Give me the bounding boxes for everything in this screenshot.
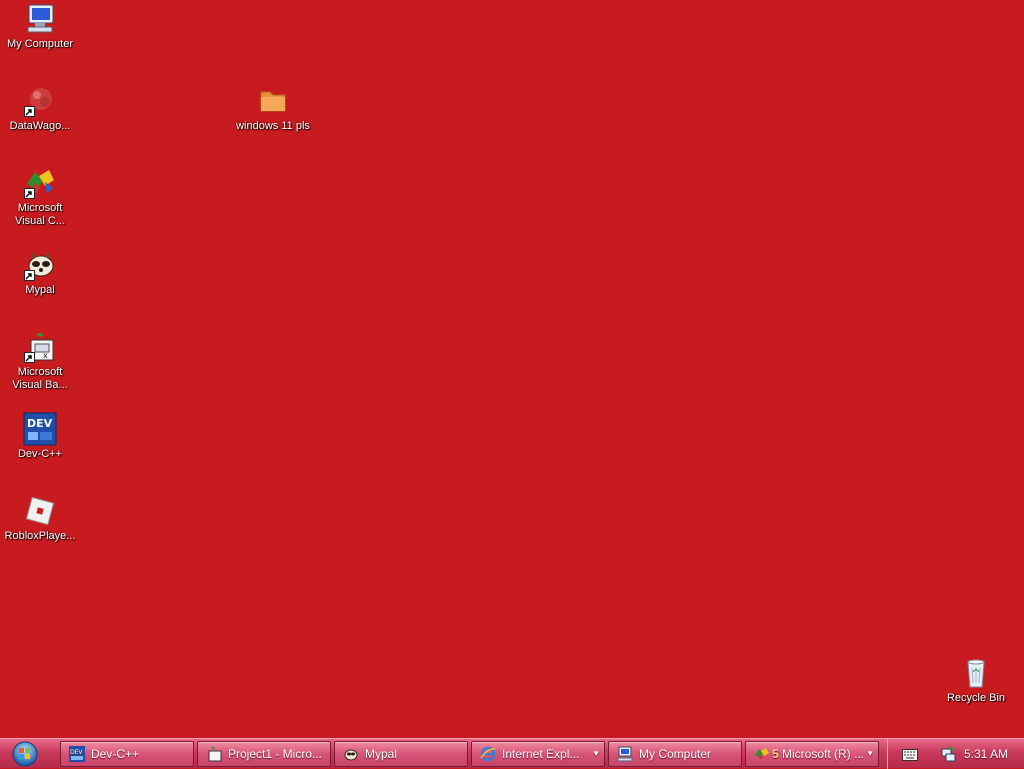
network-icon[interactable] — [940, 746, 956, 767]
visual-basic-icon: x — [23, 330, 57, 364]
svg-text:DEV: DEV — [27, 417, 53, 430]
computer-icon — [23, 2, 57, 36]
taskbar-button-label: My Computer — [639, 747, 712, 761]
desktop-icon-my-computer[interactable]: My Computer — [0, 2, 80, 51]
visual-cpp-icon — [23, 166, 57, 200]
desktop-icon-label: Dev-C++ — [17, 448, 63, 460]
shortcut-arrow-icon — [24, 106, 35, 117]
taskbar-button-label: Microsoft (R) ... — [782, 747, 865, 761]
system-tray: 5:31 AM — [887, 739, 1024, 769]
desktop-icon-visual-c[interactable]: Microsoft Visual C... — [0, 166, 80, 228]
desktop-icon-roblox[interactable]: RobloxPlaye... — [0, 494, 80, 543]
desktop-icon-label: Microsoft Visual C... — [15, 202, 65, 227]
taskbar-button-mypal[interactable]: Mypal — [334, 741, 468, 767]
taskbar-button-internet-explorer[interactable]: Internet Expl... ▼ — [471, 741, 605, 767]
dev-cpp-icon: DEV — [69, 746, 85, 762]
desktop-icon-label: My Computer — [6, 38, 74, 50]
taskbar-button-label: Internet Expl... — [502, 747, 580, 761]
shortcut-arrow-icon — [24, 188, 35, 199]
roblox-icon — [23, 494, 57, 528]
taskbar-button-label: Mypal — [365, 747, 398, 761]
desktop-icon-label: DataWago... — [9, 120, 71, 132]
recycle-bin-icon — [959, 656, 993, 690]
shortcut-arrow-icon — [24, 352, 35, 363]
start-button[interactable] — [8, 741, 42, 767]
taskbar-button-label: Dev-C++ — [91, 747, 140, 761]
desktop-folder-windows-11[interactable]: windows 11 pls — [233, 84, 313, 133]
chevron-down-icon[interactable]: ▼ — [592, 742, 600, 766]
taskbar-button-my-computer[interactable]: My Computer — [608, 741, 742, 767]
internet-explorer-icon — [480, 746, 496, 762]
desktop-icon-recycle-bin[interactable]: Recycle Bin — [936, 656, 1016, 705]
desktop-icon-label: Microsoft Visual Ba... — [12, 366, 68, 391]
group-count-badge: 5 — [772, 747, 779, 761]
clock[interactable]: 5:31 AM — [964, 739, 1008, 769]
mypal-raccoon-icon — [23, 248, 57, 282]
desktop-icon-label: RobloxPlaye... — [4, 530, 76, 542]
desktop-icon-label: Mypal — [25, 284, 55, 296]
windows-logo-icon — [12, 741, 38, 767]
dev-cpp-icon: DEV — [23, 412, 57, 446]
desktop-icon-label: windows 11 pls — [236, 120, 310, 132]
desktop-icon-label: Recycle Bin — [946, 692, 1006, 704]
taskbar-button-microsoft-group[interactable]: 5 Microsoft (R) ... ▼ — [745, 741, 879, 767]
visual-cpp-icon — [754, 746, 770, 762]
computer-icon — [617, 746, 633, 762]
svg-text:x: x — [43, 351, 48, 360]
taskbar-button-dev-cpp[interactable]: DEV Dev-C++ — [60, 741, 194, 767]
visual-basic-icon — [206, 746, 222, 762]
desktop-icon-datawagon[interactable]: DataWago... — [0, 84, 80, 133]
datawagon-icon — [23, 84, 57, 118]
svg-text:DEV: DEV — [70, 749, 83, 756]
taskbar-button-project1[interactable]: Project1 - Micro... — [197, 741, 331, 767]
shortcut-arrow-icon — [24, 270, 35, 281]
desktop-icon-dev-cpp[interactable]: DEV Dev-C++ — [0, 412, 80, 461]
desktop-icon-mypal[interactable]: Mypal — [0, 248, 80, 297]
desktop-icon-visual-basic[interactable]: x Microsoft Visual Ba... — [0, 330, 80, 392]
keyboard-icon[interactable] — [902, 748, 918, 766]
folder-icon — [256, 84, 290, 118]
mypal-raccoon-icon — [343, 746, 359, 762]
taskbar-button-label: Project1 - Micro... — [228, 747, 323, 761]
taskbar: DEV Dev-C++ Project1 - Micro... Mypal In… — [0, 738, 1024, 769]
chevron-down-icon[interactable]: ▼ — [866, 742, 874, 766]
